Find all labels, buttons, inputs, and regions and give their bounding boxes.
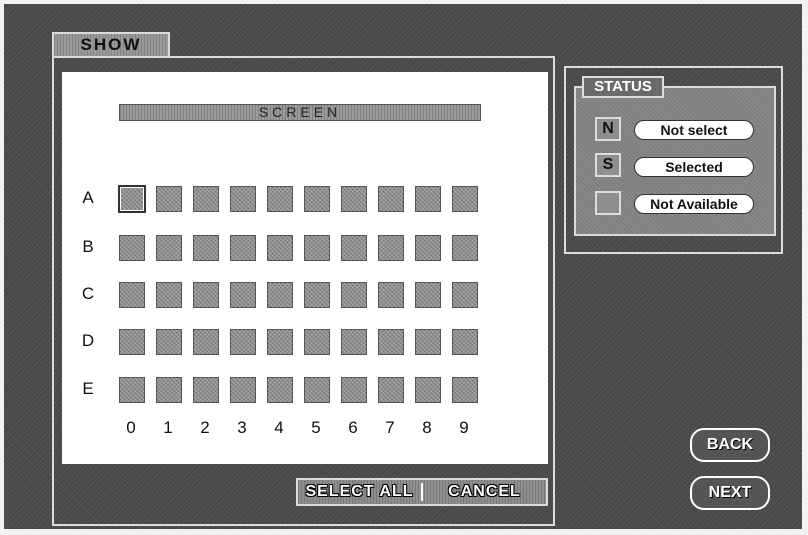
seat-b1[interactable] xyxy=(156,235,182,261)
seat-a0[interactable] xyxy=(118,185,146,213)
select-all-button[interactable]: SELECT ALL xyxy=(298,483,421,501)
seat-e3[interactable] xyxy=(230,377,256,403)
seat-e4[interactable] xyxy=(267,377,293,403)
legend-symbol-not-available xyxy=(595,191,621,215)
seat-d4[interactable] xyxy=(267,329,293,355)
row-label-e: E xyxy=(82,379,94,398)
seat-d6[interactable] xyxy=(341,329,367,355)
seat-d8[interactable] xyxy=(415,329,441,355)
screen-indicator: SCREEN xyxy=(119,104,481,121)
seat-a4[interactable] xyxy=(267,186,293,212)
seat-b4[interactable] xyxy=(267,235,293,261)
seat-a9[interactable] xyxy=(452,186,478,212)
seat-c9[interactable] xyxy=(452,282,478,308)
next-button[interactable]: NEXT xyxy=(690,476,770,510)
column-label-8: 8 xyxy=(422,418,432,437)
seat-e2[interactable] xyxy=(193,377,219,403)
column-label-4: 4 xyxy=(274,418,284,437)
seat-c2[interactable] xyxy=(193,282,219,308)
legend-symbol-not-select: N xyxy=(595,117,621,141)
seat-a1[interactable] xyxy=(156,186,182,212)
seat-d9[interactable] xyxy=(452,329,478,355)
cancel-button[interactable]: CANCEL xyxy=(423,483,546,501)
seat-a6[interactable] xyxy=(341,186,367,212)
seat-c5[interactable] xyxy=(304,282,330,308)
seat-d3[interactable] xyxy=(230,329,256,355)
seat-e7[interactable] xyxy=(378,377,404,403)
seat-d5[interactable] xyxy=(304,329,330,355)
row-label-c: C xyxy=(81,284,95,303)
seat-c7[interactable] xyxy=(378,282,404,308)
seat-e9[interactable] xyxy=(452,377,478,403)
column-label-6: 6 xyxy=(348,418,358,437)
column-label-1: 1 xyxy=(163,418,173,437)
legend-symbol-selected: S xyxy=(595,153,621,177)
legend-label-not-available: Not Available xyxy=(634,194,754,214)
seat-e8[interactable] xyxy=(415,377,441,403)
show-tab: SHOW xyxy=(52,32,170,56)
seat-a2[interactable] xyxy=(193,186,219,212)
seat-map: SCREEN A B C D E 0 1 2 3 4 5 6 7 8 9 xyxy=(62,72,548,464)
column-label-2: 2 xyxy=(200,418,210,437)
row-label-b: B xyxy=(82,237,94,256)
seat-b5[interactable] xyxy=(304,235,330,261)
seat-a8[interactable] xyxy=(415,186,441,212)
seat-a7[interactable] xyxy=(378,186,404,212)
seat-c1[interactable] xyxy=(156,282,182,308)
seat-b9[interactable] xyxy=(452,235,478,261)
legend-label-selected: Selected xyxy=(634,157,754,177)
seat-a5[interactable] xyxy=(304,186,330,212)
seat-c4[interactable] xyxy=(267,282,293,308)
row-label-a: A xyxy=(82,188,94,207)
seat-d2[interactable] xyxy=(193,329,219,355)
seat-d0[interactable] xyxy=(119,329,145,355)
seat-c6[interactable] xyxy=(341,282,367,308)
status-title: STATUS xyxy=(582,76,664,98)
seat-c3[interactable] xyxy=(230,282,256,308)
seat-e5[interactable] xyxy=(304,377,330,403)
seat-b8[interactable] xyxy=(415,235,441,261)
seat-e6[interactable] xyxy=(341,377,367,403)
seat-c0[interactable] xyxy=(119,282,145,308)
back-button[interactable]: BACK xyxy=(690,428,770,462)
seat-e0[interactable] xyxy=(119,377,145,403)
seat-a3[interactable] xyxy=(230,186,256,212)
legend-label-not-select: Not select xyxy=(634,120,754,140)
row-label-d: D xyxy=(81,331,95,350)
seat-b7[interactable] xyxy=(378,235,404,261)
selection-action-bar: SELECT ALL CANCEL xyxy=(296,478,548,506)
seat-c8[interactable] xyxy=(415,282,441,308)
seat-b6[interactable] xyxy=(341,235,367,261)
seat-e1[interactable] xyxy=(156,377,182,403)
column-label-5: 5 xyxy=(311,418,321,437)
seat-d1[interactable] xyxy=(156,329,182,355)
column-label-3: 3 xyxy=(237,418,247,437)
column-label-7: 7 xyxy=(385,418,395,437)
seat-d7[interactable] xyxy=(378,329,404,355)
seat-b2[interactable] xyxy=(193,235,219,261)
seat-b0[interactable] xyxy=(119,235,145,261)
column-label-0: 0 xyxy=(126,418,136,437)
seat-b3[interactable] xyxy=(230,235,256,261)
column-label-9: 9 xyxy=(459,418,469,437)
